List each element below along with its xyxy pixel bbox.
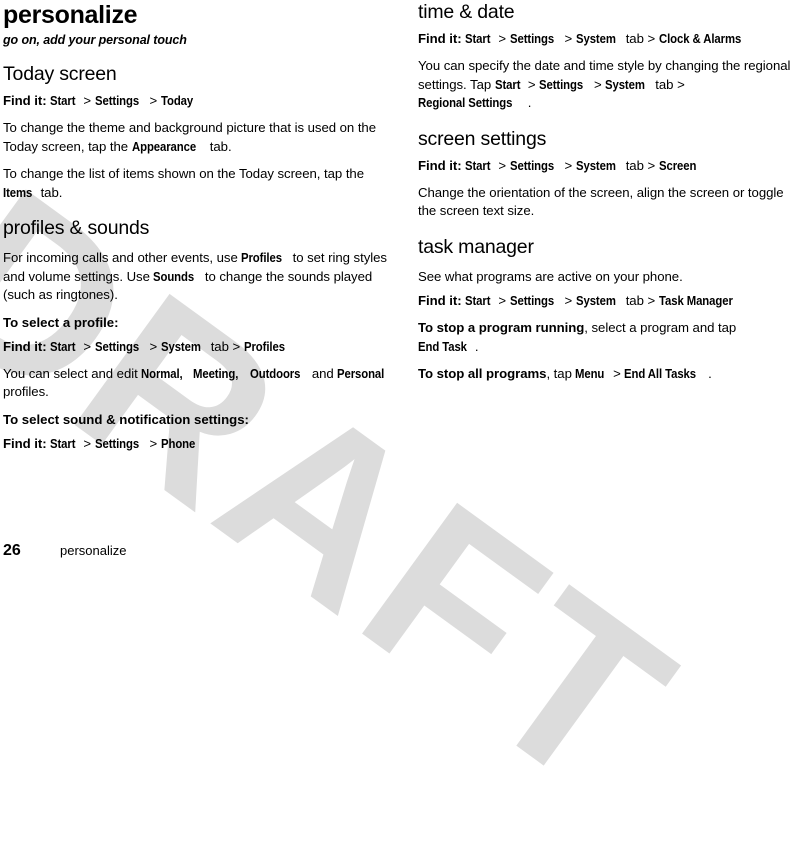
ui-term-sounds: Sounds (153, 268, 195, 284)
page-number: 26 (3, 542, 21, 559)
findit-path-system: System (160, 338, 201, 354)
findit-path-system: System (575, 31, 616, 46)
document-page: personalize go on, add your personal tou… (0, 0, 798, 568)
instruction-lead: To stop all programs (418, 366, 547, 381)
text-run: profiles. (3, 384, 49, 399)
findit-path-start: Start (465, 293, 491, 308)
ui-term-normal: Normal, (141, 365, 183, 381)
text-run: You can select and edit (3, 365, 142, 381)
lead-select-a-profile: To select a profile: (3, 314, 119, 330)
section-heading-time-date: time & date (418, 1, 515, 23)
text-run: . (527, 95, 532, 110)
paragraph-task-manager-intro: See what programs are active on your pho… (418, 268, 683, 284)
tab-word: tab (210, 338, 229, 354)
text-run: , tap (546, 366, 576, 381)
page-subtitle: go on, add your personal touch (3, 33, 187, 47)
findit-profiles: Find it: Start > Settings > System tab >… (3, 338, 285, 354)
ui-term-end-all-tasks: End All Tasks (624, 366, 697, 381)
findit-path-settings: Settings (94, 338, 139, 354)
findit-path-screen: Screen (658, 157, 697, 173)
text-run: and (308, 365, 338, 381)
findit-path-profiles: Profiles (243, 338, 285, 354)
tab-word: tab (625, 31, 644, 46)
text-run: > (609, 366, 625, 381)
tab-word: tab (625, 157, 644, 173)
findit-phone: Find it: Start > Settings > Phone (3, 435, 195, 451)
findit-path-system: System (575, 293, 616, 308)
ui-term-menu: Menu (575, 366, 605, 381)
text-run: . (708, 366, 712, 381)
paragraph-profile-list: You can select and edit Normal, Meeting,… (3, 365, 393, 402)
findit-path-today: Today (160, 93, 193, 108)
right-column: time & date Find it: Start > Settings > … (418, 0, 794, 384)
ui-term-system: System (605, 76, 646, 92)
text-run: . (474, 338, 479, 354)
left-column: personalize go on, add your personal tou… (3, 0, 393, 453)
findit-task-manager: Find it: Start > Settings > System tab >… (418, 293, 733, 308)
findit-path-start: Start (465, 157, 491, 173)
ui-term-regional-settings: Regional Settings (418, 95, 513, 110)
findit-screen: Find it: Start > Settings > System tab >… (418, 157, 697, 173)
paragraph-profiles-sounds: For incoming calls and other events, use… (3, 249, 393, 305)
findit-path-system: System (575, 157, 616, 173)
ui-term-profiles: Profiles (241, 250, 283, 265)
findit-path-start: Start (50, 338, 76, 354)
findit-label: Find it: (3, 338, 47, 354)
instruction-stop-program: To stop a program running, select a prog… (418, 319, 794, 356)
findit-label: Find it: (3, 435, 47, 451)
text-run: For incoming calls and other events, use (3, 250, 242, 265)
findit-path-settings: Settings (509, 157, 554, 173)
text-run: tab > (651, 76, 685, 92)
paragraph-today-items: To change the list of items shown on the… (3, 165, 393, 202)
page-footer: 26 personalize (3, 542, 503, 560)
findit-label: Find it: (418, 157, 462, 173)
paragraph-regional-settings: You can specify the date and time style … (418, 57, 794, 113)
findit-label: Find it: (3, 93, 47, 108)
findit-path-task-manager: Task Manager (658, 293, 733, 308)
findit-path-start: Start (465, 31, 491, 46)
ui-term-personal: Personal (337, 365, 385, 381)
findit-clock-alarms: Find it: Start > Settings > System tab >… (418, 31, 741, 46)
findit-path-settings: Settings (94, 435, 139, 451)
paragraph-screen-orientation: Change the orientation of the screen, al… (418, 184, 784, 219)
text-run: tab. (36, 184, 63, 200)
text-run: tab. (206, 138, 232, 154)
findit-path-clock-alarms: Clock & Alarms (658, 31, 741, 46)
text-run: , select a program and tap (584, 320, 737, 335)
footer-chapter-label: personalize (60, 543, 127, 558)
findit-path-start: Start (50, 93, 76, 108)
findit-path-settings: Settings (94, 93, 139, 108)
text-run: To change the list of items shown on the… (3, 166, 364, 181)
findit-path-settings: Settings (509, 293, 554, 308)
section-heading-screen-settings: screen settings (418, 127, 547, 150)
ui-term-meeting: Meeting, (193, 365, 239, 381)
text-run: > (524, 76, 540, 92)
instruction-stop-all-programs: To stop all programs, tap Menu > End All… (418, 365, 794, 384)
instruction-lead: To stop a program running (418, 320, 585, 335)
findit-today-screen: Find it: Start > Settings > Today (3, 93, 193, 108)
ui-term-appearance: Appearance (131, 138, 196, 154)
findit-path-settings: Settings (509, 31, 554, 46)
ui-term-settings: Settings (539, 76, 584, 92)
tab-word: tab (625, 293, 644, 308)
ui-term-items: Items (3, 184, 33, 200)
findit-label: Find it: (418, 31, 462, 46)
lead-sound-notification-settings: To select sound & notification settings: (3, 411, 249, 427)
text-run: > (590, 76, 606, 92)
ui-term-outdoors: Outdoors (249, 365, 301, 381)
ui-term-start: Start (494, 76, 521, 92)
findit-path-phone: Phone (160, 435, 195, 451)
findit-label: Find it: (418, 293, 462, 308)
section-heading-profiles-sounds: profiles & sounds (3, 217, 150, 239)
section-heading-today-screen: Today screen (3, 63, 117, 85)
findit-path-start: Start (50, 435, 76, 451)
section-heading-task-manager: task manager (418, 235, 534, 258)
paragraph-today-appearance: To change the theme and background pictu… (3, 119, 393, 156)
page-title: personalize (3, 1, 138, 29)
ui-term-end-task: End Task (418, 338, 467, 354)
